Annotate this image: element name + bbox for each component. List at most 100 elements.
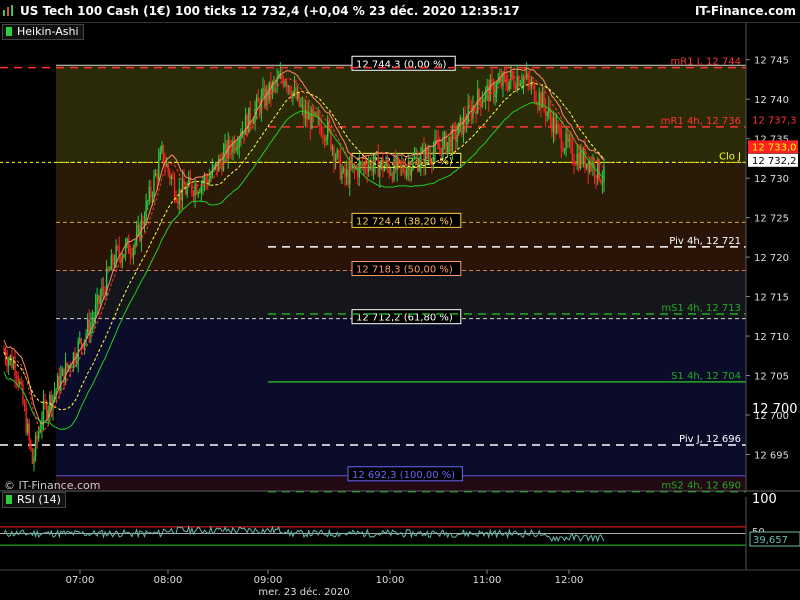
price-tick-label: 12 745 (754, 56, 789, 67)
candle-body (284, 81, 286, 86)
candle-body (293, 87, 296, 92)
candle-body (80, 338, 83, 345)
pivot-label: mR1 J, 12 744 (670, 57, 741, 68)
rsi-tick-100: 100 (752, 492, 777, 507)
candle-body (246, 115, 248, 134)
candle-body (516, 76, 518, 90)
candle-body (38, 431, 40, 439)
fib-zone (56, 65, 746, 163)
price-badge-label: 12 737,3 (752, 116, 797, 127)
candle-body (525, 73, 528, 78)
candle-body (213, 165, 215, 167)
candle-body (137, 225, 139, 233)
candle-body (377, 153, 379, 177)
candle-body (489, 79, 492, 102)
candle-body (23, 403, 26, 408)
candle-body (186, 186, 188, 195)
price-chart[interactable]: 12 744,3 (0,00 %)12 732,0 (23,60 %)12 72… (0, 0, 800, 600)
candle-body (109, 269, 111, 271)
candle-body (55, 389, 57, 393)
pivot-label: Piv J, 12 696 (679, 434, 741, 445)
copyright-label: © IT-Finance.com (4, 479, 101, 492)
candle-body (301, 104, 304, 106)
candle-body (320, 126, 323, 137)
candle-body (410, 169, 413, 176)
candle-body (167, 163, 169, 172)
candle-body (598, 159, 600, 180)
candle-body (344, 168, 346, 177)
candle-body (486, 85, 488, 90)
candle-body (319, 116, 321, 127)
candle-body (142, 219, 144, 225)
time-tick-label: 11:00 (473, 575, 502, 586)
candle-body (587, 163, 589, 173)
candle-body (148, 186, 150, 202)
candle-body (342, 168, 345, 172)
candle-body (25, 407, 27, 433)
candle-body (134, 242, 136, 248)
candle-body (390, 174, 392, 176)
candle-body (398, 158, 400, 161)
heikin-ashi-tag[interactable]: Heikin-Ashi (2, 24, 84, 40)
candle-body (413, 158, 416, 160)
time-tick-label: 12:00 (555, 575, 584, 586)
candle-body (184, 189, 187, 195)
candle-body (251, 123, 253, 125)
candle-body (506, 84, 509, 90)
brand-label: IT-Finance.com (694, 4, 796, 18)
time-tick-label: 07:00 (66, 575, 95, 586)
price-tick-label: 12 725 (754, 214, 789, 225)
candle-body (326, 121, 329, 139)
candle-body (113, 263, 116, 265)
candle-body (128, 238, 130, 254)
candle-body (30, 440, 32, 449)
candle-body (465, 123, 468, 125)
candle-body (568, 139, 570, 142)
rsi-tag[interactable]: RSI (14) (2, 492, 66, 508)
candle-body (375, 153, 378, 155)
candle-body (565, 133, 567, 150)
candle-body (86, 319, 89, 334)
candle-body (453, 128, 455, 130)
candle-body (309, 113, 312, 129)
candle-body (500, 78, 503, 87)
candle-body (158, 159, 160, 180)
candle-body (197, 192, 199, 195)
candle-body (336, 150, 338, 158)
candle-body (17, 376, 19, 385)
candle-body (8, 359, 10, 366)
candle-body (334, 157, 337, 162)
date-label: mer. 23 déc. 2020 (258, 586, 349, 598)
candle-body (404, 171, 406, 177)
candle-body (518, 76, 520, 87)
price-tick-large: 12 700 (752, 402, 798, 417)
candle-body (581, 151, 583, 165)
candle-body (102, 287, 105, 291)
candle-body (159, 151, 162, 160)
candle-body (405, 169, 408, 177)
candle-body (165, 163, 168, 166)
price-badge-label: 12 732,2 (752, 156, 797, 167)
candle-body (101, 287, 103, 297)
pivot-label: S1 4h, 12 704 (671, 371, 741, 382)
candle-body (603, 166, 605, 182)
candle-body (437, 141, 439, 148)
candle-body (566, 133, 569, 142)
price-tick-label: 12 710 (754, 332, 789, 343)
candle-body (470, 106, 473, 119)
candle-body (232, 140, 234, 153)
candle-body (49, 394, 51, 410)
time-tick-label: 09:00 (254, 575, 283, 586)
candle-body (440, 147, 443, 157)
candle-body (12, 362, 15, 368)
candle-body (601, 181, 604, 183)
candle-body (461, 117, 463, 135)
price-tick-label: 12 740 (754, 95, 789, 106)
candle-body (26, 423, 29, 433)
candle-body (533, 83, 536, 102)
candle-body (401, 164, 403, 166)
candle-body (574, 164, 577, 166)
candle-body (431, 161, 433, 164)
candle-body (252, 122, 255, 125)
candle-body (585, 163, 588, 168)
